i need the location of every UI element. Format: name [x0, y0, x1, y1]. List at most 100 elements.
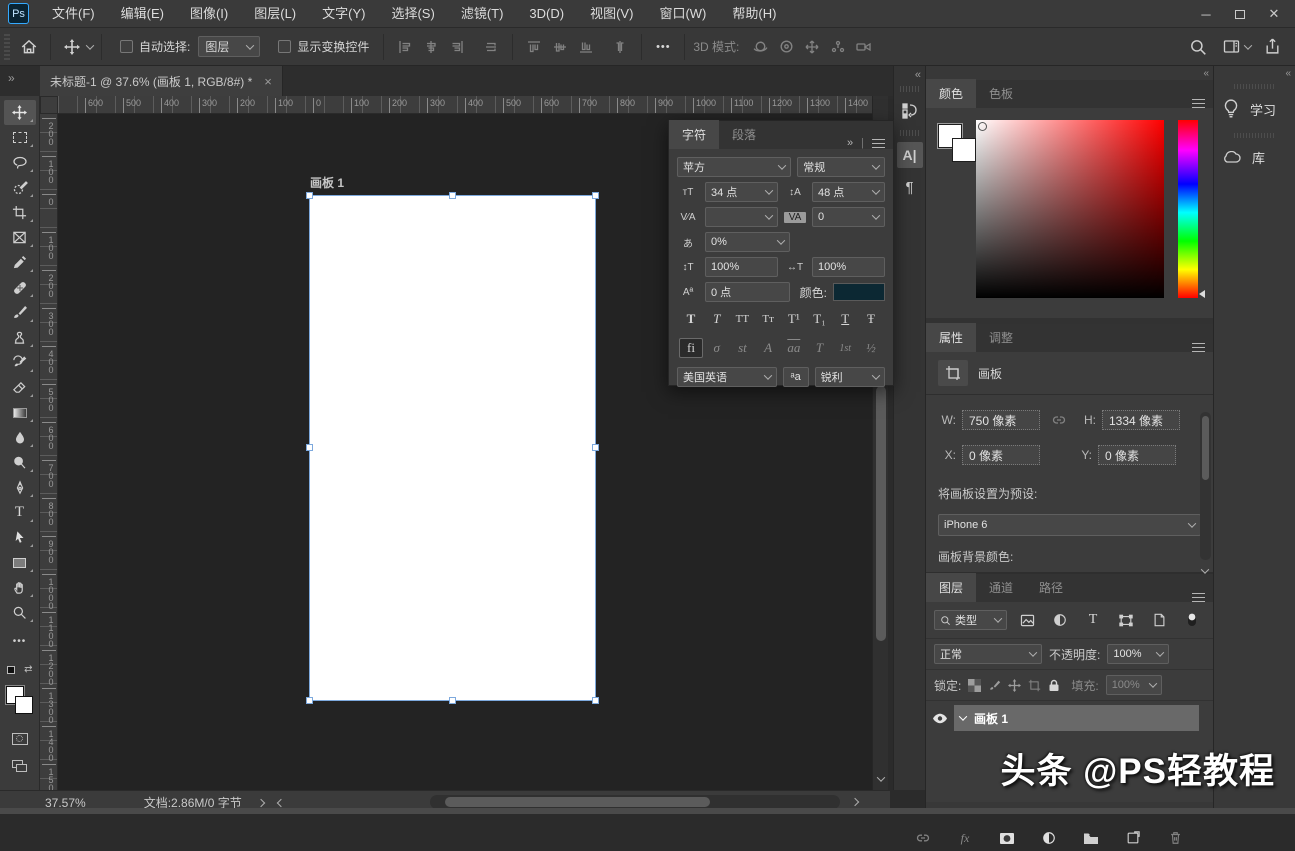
menu-item-6[interactable]: 滤镜(T): [448, 6, 517, 21]
quick-mask-button[interactable]: [4, 726, 36, 751]
lock-artboard-icon[interactable]: [1028, 679, 1041, 692]
tracking-dropdown[interactable]: 0: [812, 207, 885, 227]
show-transform-checkbox[interactable]: [278, 40, 291, 53]
menu-item-9[interactable]: 窗口(W): [646, 6, 719, 21]
libraries-panel-button[interactable]: 库: [1214, 138, 1295, 177]
filter-type-layers-icon[interactable]: T: [1080, 607, 1106, 633]
pen-tool[interactable]: [4, 475, 36, 500]
height-field[interactable]: 1334 像素: [1102, 410, 1180, 430]
edit-toolbar-button[interactable]: •••: [4, 629, 36, 654]
menu-item-3[interactable]: 图层(L): [241, 6, 309, 21]
color-picker-cursor[interactable]: [978, 122, 987, 131]
superscript-button[interactable]: T¹: [782, 309, 806, 329]
font-family-dropdown[interactable]: 苹方: [677, 157, 791, 177]
background-color-swatch[interactable]: [952, 138, 976, 162]
transform-handle[interactable]: [592, 697, 599, 704]
artboard-expand-chevron-icon[interactable]: [959, 712, 967, 720]
hue-slider-arrow-icon[interactable]: [1199, 290, 1205, 298]
horizontal-scrollbar[interactable]: [430, 795, 840, 809]
move-tool[interactable]: [4, 100, 36, 125]
menu-item-2[interactable]: 图像(I): [177, 6, 241, 21]
workspace-icon[interactable]: [1219, 34, 1245, 60]
collapse-dock-icon[interactable]: «: [1285, 68, 1289, 79]
menu-item-8[interactable]: 视图(V): [577, 6, 646, 21]
horizontal-scale-field[interactable]: 100%: [812, 257, 885, 277]
horizontal-scrollbar-thumb[interactable]: [445, 797, 710, 807]
opacity-dropdown[interactable]: 100%: [1107, 644, 1169, 664]
menu-item-5[interactable]: 选择(S): [378, 6, 447, 21]
quick-selection-tool[interactable]: [4, 175, 36, 200]
properties-scrollbar[interactable]: [1200, 412, 1211, 560]
layer-filter-dropdown[interactable]: 类型: [934, 610, 1007, 630]
width-field[interactable]: 750 像素: [962, 410, 1040, 430]
menu-item-4[interactable]: 文字(Y): [309, 6, 378, 21]
language-dropdown[interactable]: 美国英语: [677, 367, 777, 387]
more-options-button[interactable]: •••: [650, 34, 676, 60]
move-tool-icon[interactable]: [59, 34, 85, 60]
font-style-dropdown[interactable]: 常规: [797, 157, 885, 177]
ruler-horizontal[interactable]: 6005004003002001000100200300400500600700…: [40, 96, 872, 114]
menu-item-10[interactable]: 帮助(H): [719, 6, 789, 21]
minimize-button[interactable]: ─: [1191, 3, 1221, 25]
spot-healing-tool[interactable]: [4, 275, 36, 300]
clone-stamp-tool[interactable]: [4, 325, 36, 350]
close-button[interactable]: ✕: [1259, 3, 1289, 25]
transform-handle[interactable]: [592, 444, 599, 451]
screen-mode-button[interactable]: [4, 753, 36, 778]
tab-channels[interactable]: 通道: [976, 573, 1026, 602]
blur-tool[interactable]: [4, 425, 36, 450]
fractions-button[interactable]: ½: [859, 338, 883, 358]
dodge-tool[interactable]: [4, 450, 36, 475]
underline-button[interactable]: T: [833, 309, 857, 329]
fill-dropdown[interactable]: 100%: [1106, 675, 1162, 695]
home-icon[interactable]: [16, 34, 42, 60]
new-group-icon[interactable]: [1078, 825, 1104, 851]
titling-alternates-button[interactable]: T: [808, 338, 832, 358]
stylistic-alternates-button[interactable]: A: [756, 338, 780, 358]
learn-panel-button[interactable]: 学习: [1214, 89, 1295, 129]
blend-mode-dropdown[interactable]: 正常: [934, 644, 1042, 664]
close-document-icon[interactable]: ×: [264, 74, 272, 89]
saturation-brightness-field[interactable]: [976, 120, 1164, 298]
subscript-button[interactable]: T₁: [808, 309, 832, 329]
menu-item-7[interactable]: 3D(D): [516, 6, 577, 21]
y-field[interactable]: 0 像素: [1098, 445, 1176, 465]
font-size-dropdown[interactable]: 34 点: [705, 182, 778, 202]
move-options-chevron-icon[interactable]: [86, 41, 94, 49]
zoom-tool[interactable]: [4, 600, 36, 625]
adjustment-layer-icon[interactable]: [1036, 825, 1062, 851]
brush-tool[interactable]: [4, 300, 36, 325]
tab-color[interactable]: 颜色: [926, 79, 976, 108]
filter-adjustment-layers-icon[interactable]: [1047, 607, 1073, 633]
discretionary-ligatures-button[interactable]: st: [730, 338, 754, 358]
lock-pixels-icon[interactable]: [988, 679, 1001, 692]
filter-shape-layers-icon[interactable]: [1113, 607, 1139, 633]
auto-select-dropdown[interactable]: 图层: [198, 36, 260, 57]
scroll-right-icon[interactable]: [851, 798, 859, 806]
ordinal-button[interactable]: 1st: [833, 338, 857, 358]
faux-bold-button[interactable]: T: [679, 309, 703, 329]
new-layer-icon[interactable]: [1120, 825, 1146, 851]
default-swap-colors[interactable]: ⇄: [5, 664, 35, 678]
transform-handle[interactable]: [306, 444, 313, 451]
marquee-tool[interactable]: [4, 125, 36, 150]
panel-menu-icon[interactable]: [872, 139, 885, 148]
menu-item-0[interactable]: 文件(F): [39, 6, 108, 21]
tsume-dropdown[interactable]: 0%: [705, 232, 790, 252]
properties-scrollbar-thumb[interactable]: [1202, 416, 1209, 480]
preset-dropdown[interactable]: iPhone 6: [938, 514, 1201, 536]
document-tab[interactable]: 未标题-1 @ 37.6% (画板 1, RGB/8#) * ×: [40, 66, 283, 96]
lock-transparent-icon[interactable]: [968, 679, 981, 692]
background-color-swatch[interactable]: [15, 696, 33, 714]
link-layers-icon[interactable]: [910, 825, 936, 851]
collapse-dock-icon[interactable]: «: [1203, 68, 1207, 79]
tab-swatches[interactable]: 色板: [976, 79, 1026, 108]
type-tool[interactable]: T: [4, 500, 36, 525]
x-field[interactable]: 0 像素: [962, 445, 1040, 465]
character-panel-icon[interactable]: A|: [897, 142, 923, 168]
vertical-scrollbar-thumb[interactable]: [876, 386, 886, 641]
filter-pixel-layers-icon[interactable]: [1014, 607, 1040, 633]
frame-tool[interactable]: [4, 225, 36, 250]
transform-handle[interactable]: [449, 697, 456, 704]
lock-all-icon[interactable]: [1048, 679, 1060, 692]
